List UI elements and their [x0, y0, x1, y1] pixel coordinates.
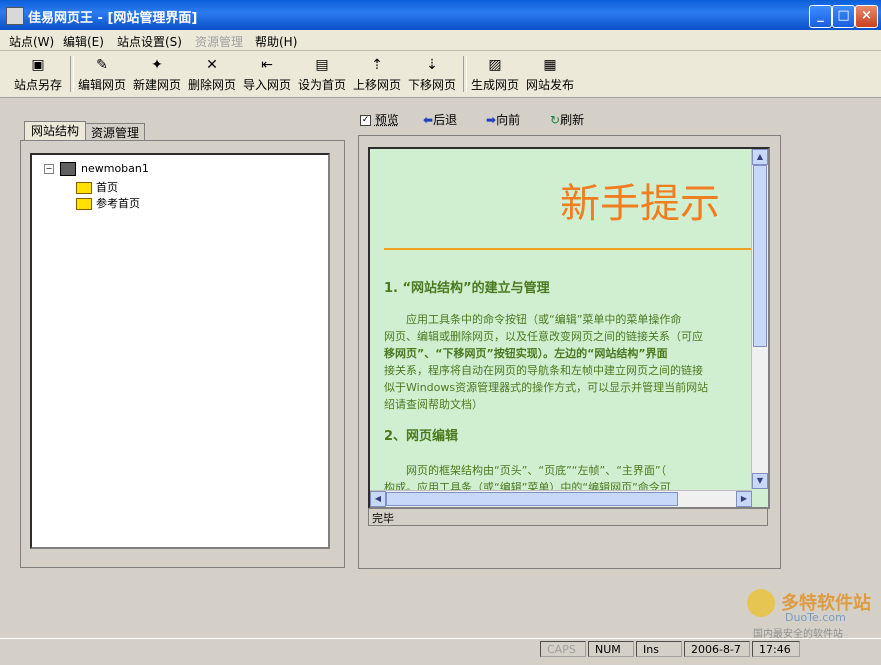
menu-site[interactable]: 站点(W)	[9, 33, 54, 50]
horizontal-scrollbar[interactable]: ◀ ▶	[370, 490, 752, 507]
menu-bar: 站点(W) 编辑(E) 站点设置(S) 资源管理 帮助(H)	[0, 30, 881, 51]
paragraph-line: 应用工具条中的命令按钮（或“编辑”菜单中的菜单操作命	[384, 313, 682, 326]
publish-icon: ▦	[543, 57, 557, 73]
menu-resources[interactable]: 资源管理	[195, 33, 243, 50]
scroll-thumb[interactable]	[386, 492, 678, 506]
tree-item-reference-home[interactable]: 参考首页	[76, 195, 140, 211]
page-preview[interactable]: 新手提示 1. “网站结构”的建立与管理 应用工具条中的命令按钮（或“编辑”菜单…	[368, 147, 770, 509]
toolbar: ▣ 站点另存 ✎ 编辑网页 ✦ 新建网页 ✕ 删除网页 ⇤ 导入网页 ▤ 设为首…	[0, 51, 881, 98]
status-time: 17:46	[752, 641, 800, 657]
image-icon: ▨	[488, 57, 502, 73]
scroll-thumb[interactable]	[753, 165, 767, 347]
forward-button[interactable]: ➡向前	[486, 111, 520, 128]
preview-title: 新手提示	[560, 181, 720, 227]
close-button[interactable]: ×	[855, 5, 878, 28]
status-bar: CAPS NUM Ins 2006-8-7 17:46	[0, 638, 881, 659]
maximize-button[interactable]: □	[832, 5, 855, 28]
scroll-up-icon[interactable]: ▲	[752, 149, 768, 165]
menu-edit[interactable]: 编辑(E)	[63, 33, 104, 50]
delete-page-button[interactable]: ✕ 删除网页	[185, 53, 239, 95]
arrow-up-icon: ⇡	[371, 57, 383, 73]
paragraph-line: 网页、编辑或删除网页，以及任意改变网页之间的链接关系（可应	[384, 330, 703, 343]
title-bar: 佳易网页王 - [网站管理界面] _ □ ×	[0, 0, 881, 30]
folder-icon	[76, 182, 92, 194]
generate-pages-button[interactable]: ▨ 生成网页	[468, 53, 522, 95]
paragraph-line: 移网页”、“下移网页”按钮实现）。左边的“网站结构”界面	[384, 347, 668, 360]
paragraph-line: 接关系，程序将自动在网页的导航条和左帧中建立网页之间的链接	[384, 364, 703, 377]
tab-site-structure[interactable]: 网站结构	[24, 121, 86, 142]
app-icon	[6, 7, 24, 25]
import-page-button[interactable]: ⇤ 导入网页	[240, 53, 294, 95]
divider	[384, 248, 754, 250]
section-heading-2: 2、网页编辑	[384, 429, 459, 444]
paragraph-line: 绍请查阅帮助文档）	[384, 398, 483, 411]
move-down-button[interactable]: ⇣ 下移网页	[405, 53, 459, 95]
tree-item-home[interactable]: 首页	[76, 179, 118, 195]
edit-page-button[interactable]: ✎ 编辑网页	[75, 53, 129, 95]
toolbar-separator	[463, 56, 467, 92]
scroll-right-icon[interactable]: ▶	[736, 491, 752, 507]
computer-icon	[59, 162, 76, 176]
status-date: 2006-8-7	[684, 641, 750, 657]
homepage-icon: ▤	[315, 57, 329, 73]
menu-help[interactable]: 帮助(H)	[255, 33, 297, 50]
arrow-down-icon: ⇣	[426, 57, 438, 73]
minimize-button[interactable]: _	[809, 5, 832, 28]
arrow-right-icon: ➡	[486, 113, 497, 127]
collapse-icon[interactable]: −	[44, 164, 54, 174]
preview-status: 完毕	[368, 508, 768, 526]
paragraph-line: 网页的框架结构由“页头”、“页底”“左帧”、“主界面”（	[384, 464, 667, 477]
vertical-scrollbar[interactable]: ▲ ▼	[751, 149, 768, 489]
import-icon: ⇤	[261, 57, 273, 73]
window-title: 佳易网页王 - [网站管理界面]	[28, 11, 198, 26]
new-page-button[interactable]: ✦ 新建网页	[130, 53, 184, 95]
delete-icon: ✕	[206, 57, 218, 73]
edit-page-icon: ✎	[96, 57, 108, 73]
save-site-as-button[interactable]: ▣ 站点另存	[10, 53, 66, 95]
toolbar-separator	[70, 56, 74, 92]
watermark: 多特软件站 DuoTe.com 国内最安全的软件站	[745, 587, 881, 640]
ins-indicator: Ins	[636, 641, 682, 657]
mascot-icon	[747, 589, 775, 617]
preview-toggle[interactable]: ✓ 预览	[360, 111, 399, 128]
publish-site-button[interactable]: ▦ 网站发布	[523, 53, 577, 95]
tree-root[interactable]: − newmoban1	[44, 162, 149, 176]
menu-site-settings[interactable]: 站点设置(S)	[117, 33, 182, 50]
new-page-icon: ✦	[151, 57, 163, 73]
scroll-down-icon[interactable]: ▼	[752, 473, 768, 489]
move-up-button[interactable]: ⇡ 上移网页	[350, 53, 404, 95]
num-indicator: NUM	[588, 641, 634, 657]
caps-indicator: CAPS	[540, 641, 586, 657]
site-tree: − newmoban1 首页 参考首页	[30, 153, 330, 549]
save-icon: ▣	[31, 57, 45, 73]
paragraph-line: 似于Windows资源管理器式的操作方式，可以显示并管理当前网站	[384, 381, 709, 394]
back-button[interactable]: ⬅后退	[423, 111, 457, 128]
arrow-left-icon: ⬅	[423, 113, 434, 127]
folder-icon	[76, 198, 92, 210]
scroll-left-icon[interactable]: ◀	[370, 491, 386, 507]
refresh-button[interactable]: ↻刷新	[550, 111, 584, 128]
set-homepage-button[interactable]: ▤ 设为首页	[295, 53, 349, 95]
checkbox-icon[interactable]: ✓	[360, 115, 371, 126]
section-heading-1: 1. “网站结构”的建立与管理	[384, 281, 550, 296]
refresh-icon: ↻	[550, 113, 561, 127]
